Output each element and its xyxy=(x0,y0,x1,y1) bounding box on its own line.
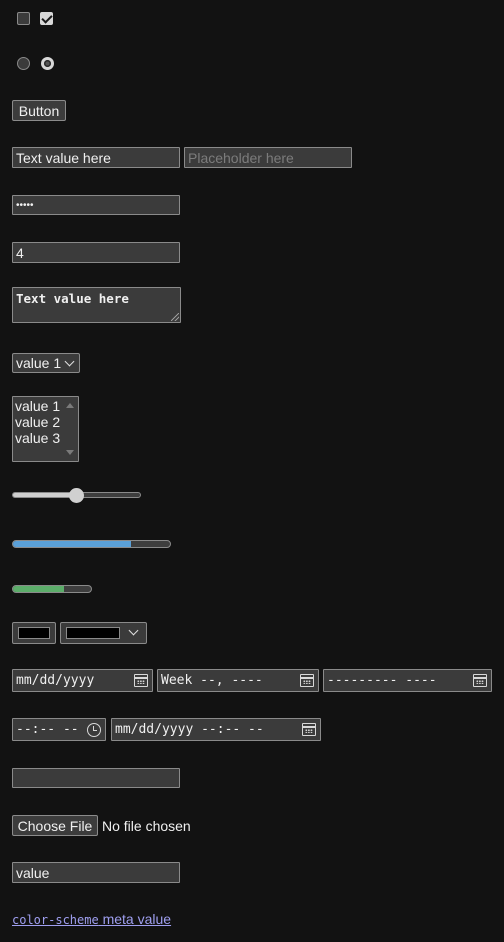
date-input[interactable]: mm/dd/yyyy xyxy=(12,669,153,692)
date-input-text: mm/dd/yyyy xyxy=(16,673,95,688)
push-button[interactable]: Button xyxy=(12,100,66,121)
password-dots: ••••• xyxy=(16,199,34,211)
textarea[interactable]: Text value here xyxy=(12,287,181,323)
datetime-input-text: mm/dd/yyyy --:-- -- xyxy=(115,722,264,737)
choose-file-button[interactable]: Choose File xyxy=(12,815,98,836)
progress-bar-fill xyxy=(13,541,131,547)
week-input[interactable]: Week --, ---- xyxy=(157,669,319,692)
password-input[interactable]: ••••• xyxy=(12,195,180,215)
calendar-icon[interactable] xyxy=(302,723,316,736)
range-slider-fill xyxy=(13,493,77,497)
push-button-label: Button xyxy=(18,102,60,119)
listbox-option[interactable]: value 3 xyxy=(15,430,76,446)
listbox-option[interactable]: value 2 xyxy=(15,414,76,430)
color-swatch xyxy=(66,627,120,639)
calendar-icon[interactable] xyxy=(473,674,487,687)
month-input-text: --------- ---- xyxy=(327,673,437,688)
value-input-value: value xyxy=(16,864,50,881)
calendar-icon[interactable] xyxy=(134,674,148,687)
time-input[interactable]: --:-- -- xyxy=(12,718,106,741)
empty-input[interactable] xyxy=(12,768,180,788)
meter-bar-fill xyxy=(13,586,64,592)
checkbox-unchecked[interactable] xyxy=(17,12,30,25)
chevron-down-icon xyxy=(128,625,139,636)
link-code-text: color-scheme xyxy=(12,913,99,927)
radio-unchecked[interactable] xyxy=(17,57,30,70)
week-input-text: Week --, ---- xyxy=(161,673,263,688)
number-input[interactable]: 4 xyxy=(12,242,180,263)
number-input-value: 4 xyxy=(16,244,24,261)
color-picker[interactable] xyxy=(12,622,56,644)
placeholder-input[interactable]: Placeholder here xyxy=(184,147,352,168)
clock-icon[interactable] xyxy=(87,723,101,737)
choose-file-label: Choose File xyxy=(17,817,93,834)
time-input-text: --:-- -- xyxy=(16,722,79,737)
range-slider-thumb[interactable] xyxy=(69,488,84,503)
radio-checked[interactable] xyxy=(41,57,54,70)
textarea-value: Text value here xyxy=(16,291,129,306)
value-input[interactable]: value xyxy=(12,862,180,883)
checkbox-checked[interactable] xyxy=(40,12,53,25)
resize-grip-icon[interactable] xyxy=(171,313,179,321)
link-text: meta value xyxy=(98,911,172,927)
datetime-input[interactable]: mm/dd/yyyy --:-- -- xyxy=(111,718,321,741)
color-select[interactable] xyxy=(60,622,147,644)
meter-bar xyxy=(12,585,92,593)
color-swatch xyxy=(18,627,50,639)
file-status: No file chosen xyxy=(102,818,191,834)
text-input-value: Text value here xyxy=(16,149,111,166)
chevron-down-icon xyxy=(64,356,75,366)
calendar-icon[interactable] xyxy=(300,674,314,687)
scroll-up-arrow-icon[interactable] xyxy=(66,403,74,408)
placeholder-text: Placeholder here xyxy=(188,149,294,166)
scroll-down-arrow-icon[interactable] xyxy=(66,450,74,455)
listbox[interactable]: value 1 value 2 value 3 xyxy=(12,396,79,462)
select-dropdown[interactable]: value 1 xyxy=(12,353,80,373)
progress-bar xyxy=(12,540,171,548)
color-scheme-link[interactable]: color-scheme meta value xyxy=(12,911,171,927)
text-input[interactable]: Text value here xyxy=(12,147,180,168)
select-value: value 1 xyxy=(16,355,62,371)
month-input[interactable]: --------- ---- xyxy=(323,669,492,692)
